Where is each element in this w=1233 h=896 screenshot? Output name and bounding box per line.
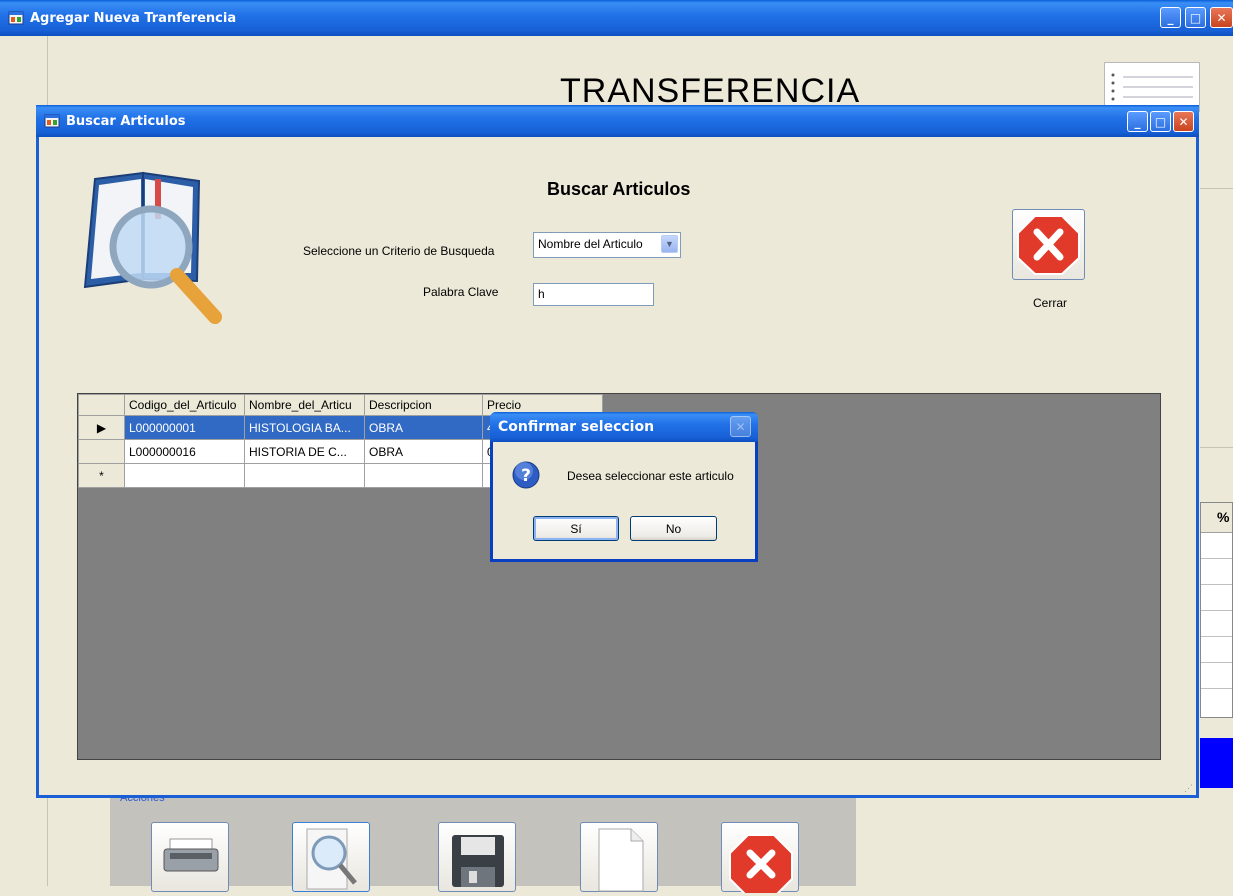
app-window-icon (44, 113, 60, 129)
cell-descripcion[interactable]: OBRA (364, 439, 483, 464)
child-minimize-button[interactable]: _ (1127, 111, 1148, 132)
close-form-button[interactable] (721, 822, 799, 896)
close-x-icon (1017, 215, 1080, 275)
column-header-codigo[interactable]: Codigo_del_Articulo (124, 394, 245, 416)
dialog-title: Confirmar seleccion (498, 419, 655, 435)
search-button[interactable] (292, 822, 370, 892)
cell-empty[interactable] (364, 463, 483, 488)
blank-page-icon (598, 828, 644, 892)
table-row (1201, 663, 1232, 689)
close-icon: ✕ (735, 419, 746, 434)
cell-descripcion[interactable]: OBRA (364, 415, 483, 440)
floppy-disk-icon (452, 835, 504, 887)
dialog-close-button[interactable]: ✕ (730, 416, 751, 437)
table-row (1201, 637, 1232, 663)
app-window-icon (8, 10, 24, 26)
maximize-button[interactable]: □ (1185, 7, 1206, 28)
close-button[interactable]: ✕ (1210, 7, 1233, 28)
cerrar-button[interactable] (1012, 209, 1085, 280)
magnifier-icon (306, 828, 357, 890)
dialog-title-bar[interactable]: Confirmar seleccion ✕ (490, 412, 758, 442)
yes-button[interactable]: Sí (533, 516, 619, 541)
cell-codigo[interactable]: L000000016 (124, 439, 245, 464)
dialog-message: Desea seleccionar este articulo (567, 469, 734, 483)
save-button[interactable] (438, 822, 516, 892)
close-x-icon (729, 834, 793, 896)
cerrar-label: Cerrar (1033, 296, 1068, 310)
column-header-descripcion[interactable]: Descripcion (364, 394, 483, 416)
minimize-icon: _ (1167, 10, 1174, 25)
divider (1200, 447, 1233, 448)
cell-codigo[interactable]: L000000001 (124, 415, 245, 440)
right-col-header: % (1201, 503, 1232, 533)
minimize-icon: _ (1134, 114, 1141, 129)
row-selected-marker[interactable]: ▶ (78, 415, 125, 440)
criterio-select[interactable]: Nombre del Articulo ▼ (533, 232, 681, 258)
grid-corner (78, 394, 125, 416)
svg-text:?: ? (521, 466, 531, 486)
cell-empty[interactable] (124, 463, 245, 488)
table-row (1201, 533, 1232, 559)
divider (1200, 188, 1233, 189)
row-header[interactable] (78, 439, 125, 464)
maximize-icon: □ (1154, 114, 1167, 129)
chevron-down-icon[interactable]: ▼ (661, 235, 678, 253)
cell-nombre[interactable]: HISTORIA DE C... (244, 439, 365, 464)
main-window-title: Agregar Nueva Tranferencia (30, 10, 237, 26)
table-row (1201, 585, 1232, 611)
keyword-input[interactable]: h (533, 283, 654, 306)
right-grid-fragment: % (1200, 502, 1233, 718)
close-icon: ✕ (1178, 114, 1189, 129)
criterio-value: Nombre del Articulo (538, 237, 643, 251)
child-window-title: Buscar Articulos (66, 113, 186, 129)
new-row-marker[interactable]: * (78, 463, 125, 488)
no-button[interactable]: No (630, 516, 717, 541)
table-row (1201, 611, 1232, 637)
child-close-button[interactable]: ✕ (1173, 111, 1194, 132)
printer-icon (163, 838, 219, 872)
cell-empty[interactable] (244, 463, 365, 488)
column-header-nombre[interactable]: Nombre_del_Articu (244, 394, 365, 416)
print-button[interactable] (151, 822, 229, 892)
maximize-icon: □ (1189, 10, 1202, 25)
main-title-bar[interactable]: Agregar Nueva Tranferencia _ □ ✕ (0, 0, 1233, 36)
book-search-icon (73, 169, 233, 329)
child-title-bar[interactable]: Buscar Articulos _ □ ✕ (36, 105, 1199, 137)
criterio-label: Seleccione un Criterio de Busqueda (303, 244, 495, 258)
blue-panel (1200, 738, 1233, 788)
minimize-button[interactable]: _ (1160, 7, 1181, 28)
child-heading: Buscar Articulos (547, 179, 691, 199)
cell-nombre[interactable]: HISTOLOGIA BA... (244, 415, 365, 440)
close-icon: ✕ (1216, 10, 1227, 25)
child-maximize-button[interactable]: □ (1150, 111, 1171, 132)
resize-grip-icon[interactable]: ⋰ (1184, 783, 1194, 793)
new-document-button[interactable] (580, 822, 658, 892)
table-row (1201, 559, 1232, 585)
confirm-dialog: Confirmar seleccion ✕ ? Desea selecciona… (490, 412, 758, 562)
keyword-label: Palabra Clave (423, 285, 499, 299)
question-icon: ? (511, 460, 541, 490)
